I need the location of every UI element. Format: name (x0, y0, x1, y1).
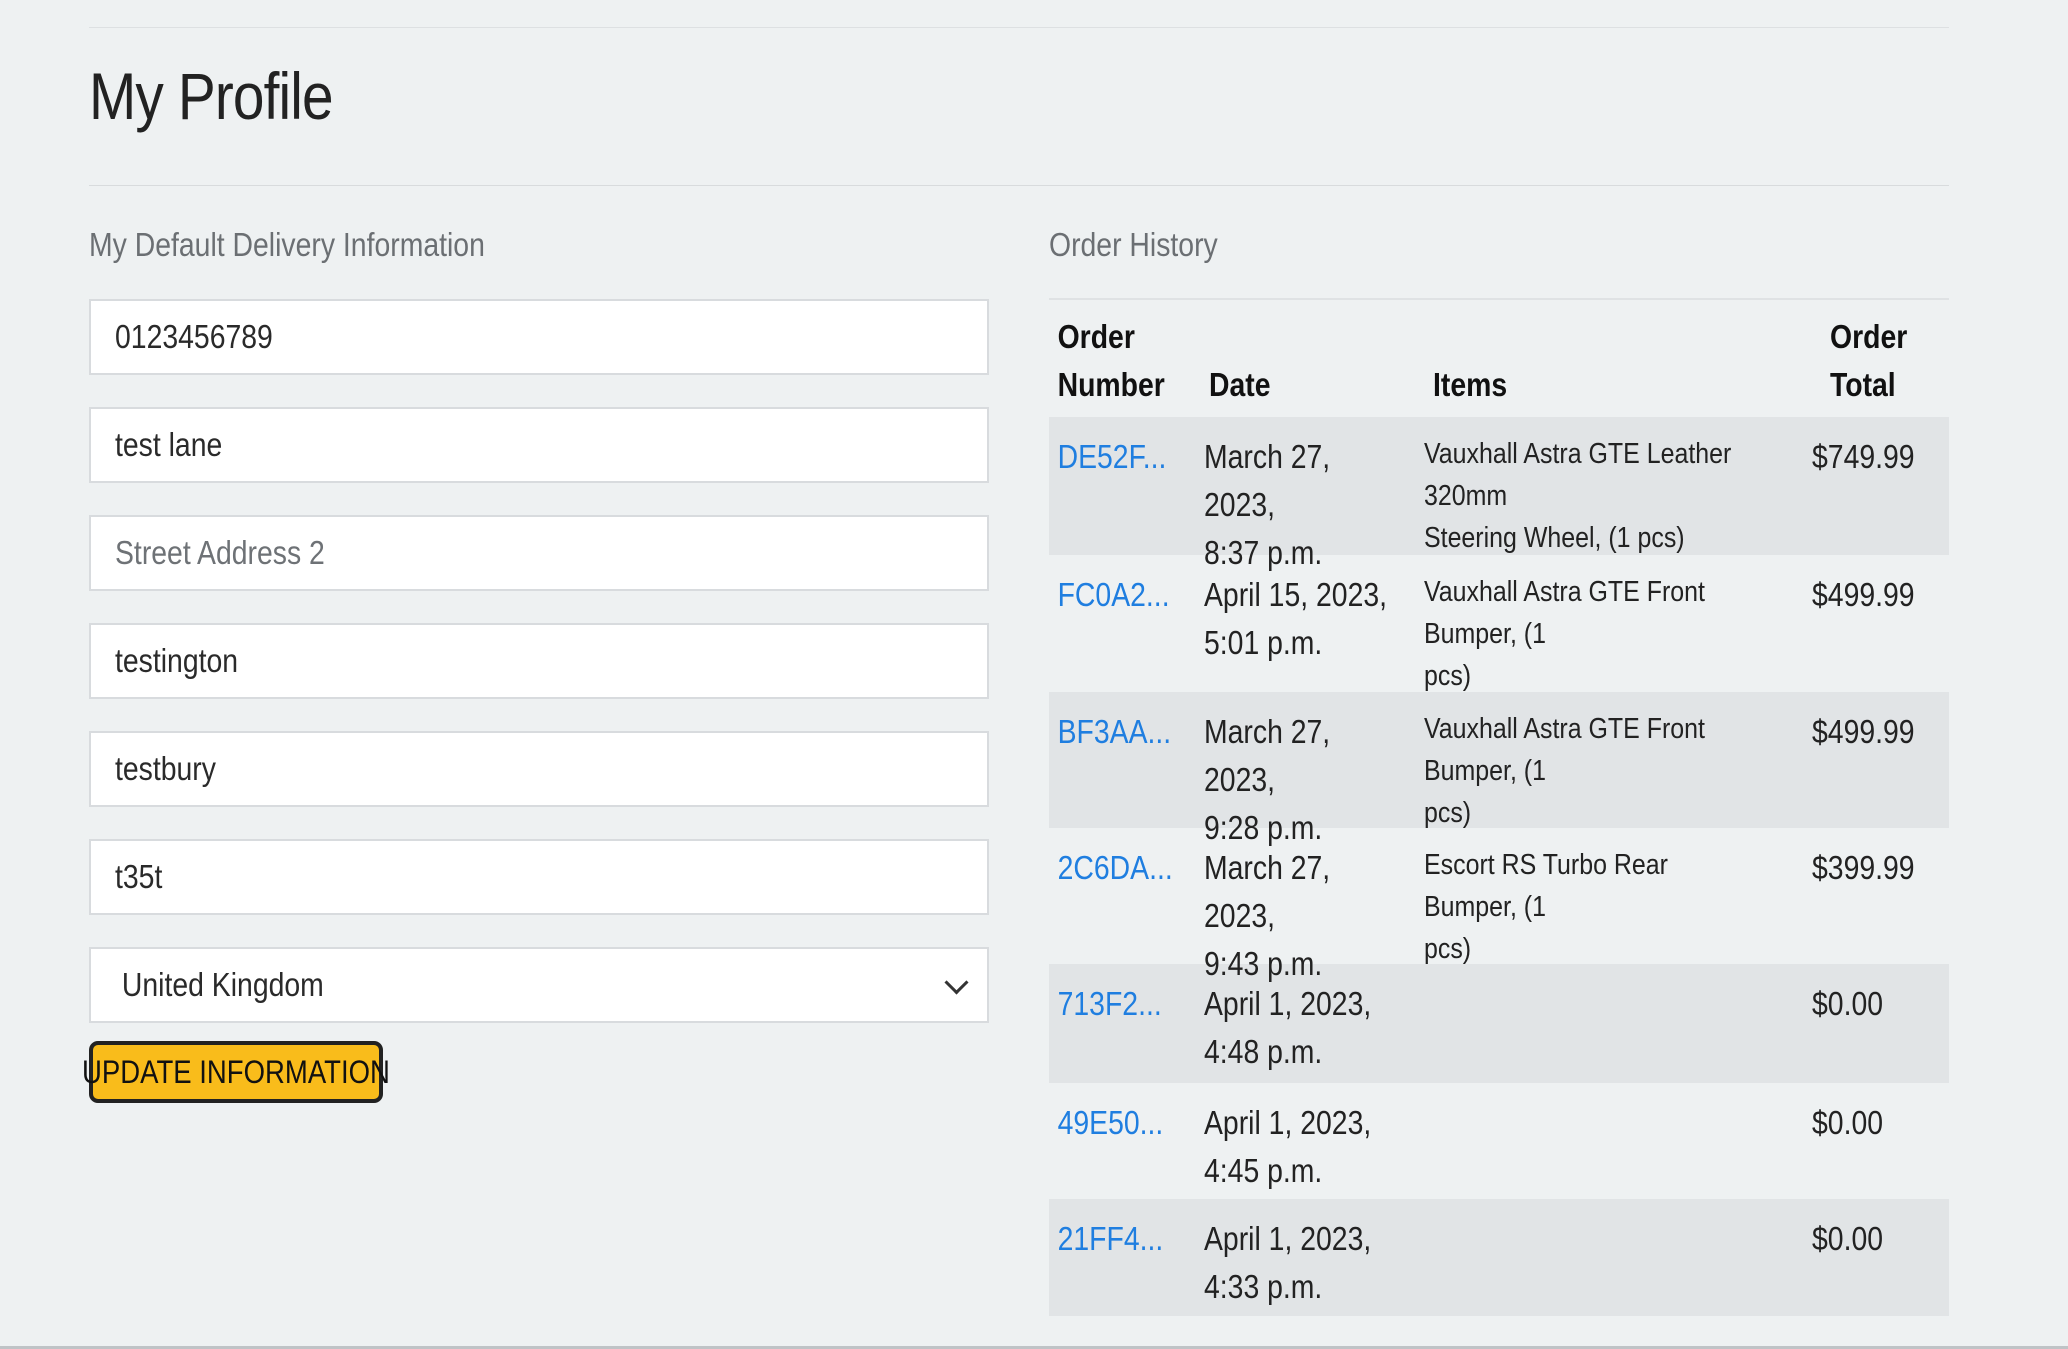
order-number-link[interactable]: 713F2... (1058, 985, 1162, 1022)
county-field[interactable]: testbury (89, 731, 989, 807)
table-row: 21FF4... April 1, 2023, 4:33 p.m. $0.00 (1049, 1199, 1949, 1316)
order-number-cell: 21FF4... (1049, 1215, 1182, 1263)
order-date-line1: March 27, 2023, (1204, 849, 1331, 934)
order-date-cell: April 1, 2023, 4:33 p.m. (1204, 1215, 1393, 1311)
delivery-form: 0123456789 test lane Street Address 2 te… (82, 299, 989, 1103)
order-total-cell: $0.00 (1811, 1220, 1883, 1257)
street-address-2-field[interactable]: Street Address 2 (89, 515, 989, 591)
table-row: 713F2... April 1, 2023, 4:48 p.m. $0.00 (1049, 964, 1949, 1083)
phone-number-field[interactable]: 0123456789 (89, 299, 989, 375)
order-number-cell: FC0A2... (1049, 571, 1182, 619)
top-divider (89, 27, 1949, 28)
order-items-line1: Vauxhall Astra GTE Leather 320mm (1423, 438, 1732, 512)
order-date-line1: April 1, 2023, (1204, 1104, 1372, 1141)
order-number-cell: 49E50... (1049, 1099, 1182, 1147)
title-divider (89, 185, 1949, 186)
postcode-field[interactable]: t35t (89, 839, 989, 915)
column-header-order-total: Order Total (1830, 313, 1932, 417)
order-total-cell: $0.00 (1811, 985, 1883, 1022)
column-header-order-number: Order Number (1049, 313, 1186, 417)
order-number-link[interactable]: 2C6DA... (1058, 849, 1173, 886)
order-total-cell: $749.99 (1811, 438, 1915, 475)
order-number-link[interactable]: BF3AA... (1058, 713, 1172, 750)
town-city-field[interactable]: testington (89, 623, 989, 699)
order-history-heading: Order History (1049, 226, 1218, 263)
street-address-1-field[interactable]: test lane (89, 407, 989, 483)
column-header-order-number-line1: Order (1057, 318, 1135, 355)
order-date-cell: March 27, 2023, 9:43 p.m. (1204, 844, 1393, 988)
order-date-cell: April 1, 2023, 4:45 p.m. (1204, 1099, 1393, 1195)
order-items-line2: pcs) (1423, 660, 1471, 692)
order-number-cell: 713F2... (1049, 980, 1182, 1028)
order-date-line1: March 27, 2023, (1204, 713, 1331, 798)
order-items-line2: Steering Wheel, (1 pcs) (1423, 522, 1685, 554)
order-items-line1: Vauxhall Astra GTE Front Bumper, (1 (1423, 713, 1705, 787)
order-items-line2: pcs) (1423, 933, 1471, 965)
order-items-cell: Escort RS Turbo Rear Bumper, (1 pcs) (1424, 844, 1758, 970)
postcode-value: t35t (115, 858, 163, 895)
chevron-down-icon (944, 970, 969, 995)
order-items-line1: Vauxhall Astra GTE Front Bumper, (1 (1423, 576, 1705, 650)
column-header-date: Date (1208, 366, 1271, 403)
order-number-link[interactable]: 49E50... (1058, 1104, 1164, 1141)
street-address-1-value: test lane (115, 426, 223, 463)
table-header: Order Number Date Items Order Total (1049, 300, 1949, 417)
column-header-items: Items (1433, 366, 1508, 403)
update-information-button[interactable]: UPDATE INFORMATION (82, 1041, 390, 1103)
order-date-line1: April 15, 2023, (1204, 576, 1388, 613)
phone-number-value: 0123456789 (115, 318, 273, 355)
order-date-line2: 4:48 p.m. (1204, 1033, 1323, 1070)
country-selected-value: United Kingdom (121, 966, 324, 1003)
order-number-cell: 2C6DA... (1049, 844, 1182, 892)
country-select[interactable]: United Kingdom (89, 947, 989, 1023)
order-history-table: Order Number Date Items Order Total DE52… (1049, 298, 1949, 1316)
order-date-cell: March 27, 2023, 8:37 p.m. (1204, 433, 1393, 577)
order-number-link[interactable]: 21FF4... (1058, 1220, 1164, 1257)
table-row: BF3AA... March 27, 2023, 9:28 p.m. Vauxha… (1049, 692, 1949, 846)
profile-page: My Profile My Default Delivery Informati… (0, 0, 2068, 1349)
order-date-line1: April 1, 2023, (1204, 1220, 1372, 1257)
order-total-cell: $499.99 (1811, 713, 1915, 750)
order-total-cell: $399.99 (1811, 849, 1915, 886)
order-date-cell: March 27, 2023, 9:28 p.m. (1204, 708, 1393, 852)
order-total-cell: $499.99 (1811, 576, 1915, 613)
order-number-cell: DE52F... (1049, 433, 1182, 481)
order-date-line2: 4:33 p.m. (1204, 1268, 1323, 1305)
street-address-2-placeholder: Street Address 2 (115, 534, 325, 571)
order-items-line2: pcs) (1423, 797, 1471, 829)
column-header-order-number-line2: Number (1057, 366, 1165, 403)
order-date-line2: 5:01 p.m. (1204, 624, 1323, 661)
order-items-cell: Vauxhall Astra GTE Front Bumper, (1 pcs) (1424, 571, 1758, 697)
table-row: DE52F... March 27, 2023, 8:37 p.m. Vauxha… (1049, 417, 1949, 571)
column-header-order-total-line1: Order (1830, 318, 1908, 355)
town-city-value: testington (115, 642, 239, 679)
order-items-line1: Escort RS Turbo Rear Bumper, (1 (1423, 849, 1668, 923)
order-date-line2: 8:37 p.m. (1204, 534, 1323, 571)
order-date-line1: March 27, 2023, (1204, 438, 1331, 523)
page-title: My Profile (89, 59, 334, 133)
table-row: 49E50... April 1, 2023, 4:45 p.m. $0.00 (1049, 1083, 1949, 1199)
column-header-order-total-line2: Total (1830, 366, 1896, 403)
order-number-link[interactable]: DE52F... (1058, 438, 1167, 475)
order-number-link[interactable]: FC0A2... (1058, 576, 1170, 613)
order-date-line2: 4:45 p.m. (1204, 1152, 1323, 1189)
order-items-cell: Vauxhall Astra GTE Front Bumper, (1 pcs) (1424, 708, 1758, 834)
order-number-cell: BF3AA... (1049, 708, 1182, 756)
table-row: 2C6DA... March 27, 2023, 9:43 p.m. Escort… (1049, 828, 1949, 982)
table-row: FC0A2... April 15, 2023, 5:01 p.m. Vauxha… (1049, 555, 1949, 692)
order-date-cell: April 1, 2023, 4:48 p.m. (1204, 980, 1393, 1076)
order-items-cell: Vauxhall Astra GTE Leather 320mm Steering… (1424, 433, 1758, 559)
order-date-cell: April 15, 2023, 5:01 p.m. (1204, 571, 1393, 667)
order-total-cell: $0.00 (1811, 1104, 1883, 1141)
county-value: testbury (115, 750, 216, 787)
order-date-line1: April 1, 2023, (1204, 985, 1372, 1022)
delivery-heading: My Default Delivery Information (89, 226, 485, 263)
update-information-label: UPDATE INFORMATION (82, 1053, 390, 1090)
